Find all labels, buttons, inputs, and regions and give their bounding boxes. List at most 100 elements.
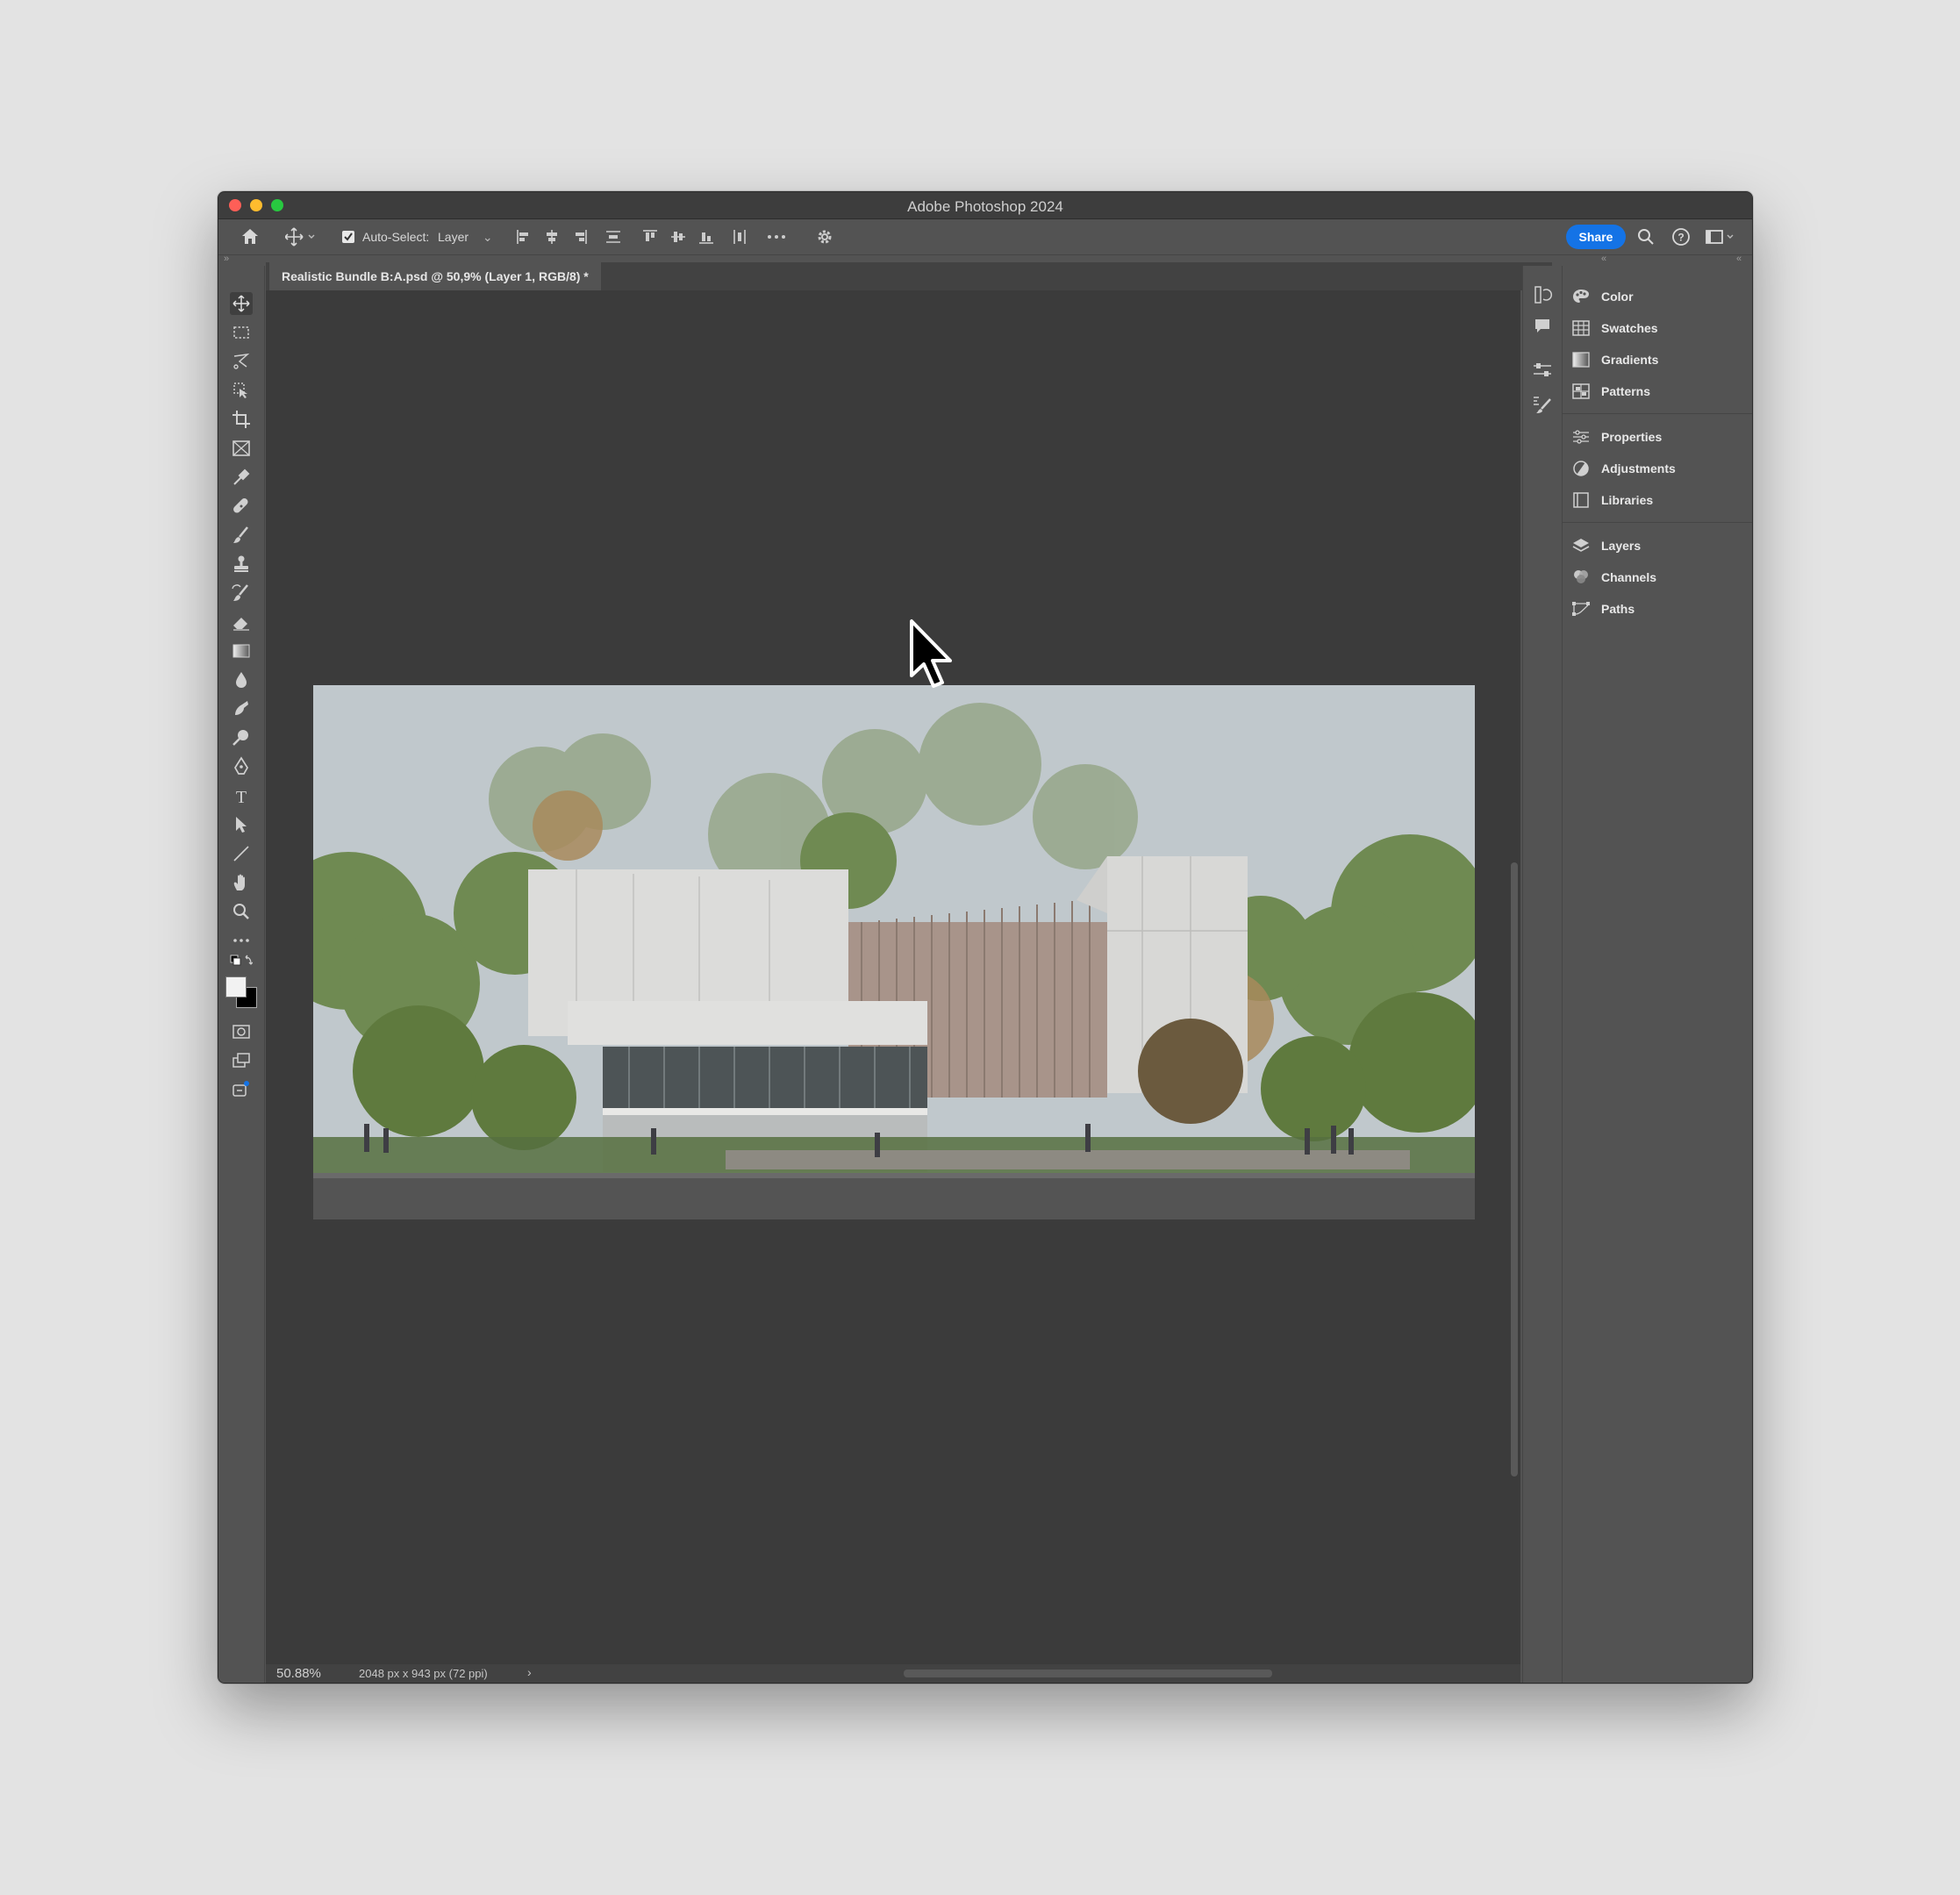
path-selection-tool-icon[interactable] [230, 813, 253, 836]
document-tab-bar: Realistic Bundle B:A.psd @ 50,9% (Layer … [266, 262, 1552, 290]
panel-adjustments[interactable]: Adjustments [1571, 455, 1694, 482]
tools-panel: T [218, 266, 265, 1683]
pen-tool-icon[interactable] [230, 755, 253, 778]
align-right-edges-icon[interactable] [571, 228, 589, 246]
healing-brush-tool-icon[interactable] [230, 495, 253, 518]
align-vertical-centers-icon[interactable] [669, 228, 687, 246]
move-tool-preset-icon[interactable] [285, 226, 317, 247]
panel-label: Swatches [1601, 321, 1658, 335]
brush-tool-icon[interactable] [230, 524, 253, 547]
panel-paths[interactable]: Paths [1571, 596, 1694, 622]
hand-tool-icon[interactable] [230, 871, 253, 894]
default-colors-icon[interactable] [230, 955, 253, 969]
panel-label: Libraries [1601, 493, 1654, 507]
more-options-icon[interactable] [766, 228, 787, 246]
gradient-tool-icon[interactable] [230, 640, 253, 662]
panel-channels[interactable]: Channels [1571, 564, 1694, 590]
panel-gradients[interactable]: Gradients [1571, 347, 1694, 373]
photoshop-window: Adobe Photoshop 2024 Auto-Select: Layer … [218, 191, 1753, 1684]
help-icon[interactable]: ? [1671, 227, 1691, 247]
move-tool-icon[interactable] [230, 292, 253, 315]
panel-label: Patterns [1601, 384, 1651, 398]
panel-icon-strip [1522, 266, 1563, 1683]
align-horizontal-centers-icon[interactable] [543, 228, 561, 246]
eyedropper-tool-icon[interactable] [230, 466, 253, 489]
smudge-tool-icon[interactable] [230, 697, 253, 720]
panel-color[interactable]: Color [1571, 283, 1694, 310]
align-left-edges-icon[interactable] [515, 228, 533, 246]
distribute-horizontal-icon[interactable] [731, 228, 748, 246]
panel-label: Layers [1601, 539, 1642, 553]
distribute-vertical-icon[interactable] [604, 228, 622, 246]
properties-sliders-icon [1573, 430, 1589, 444]
panel-label: Adjustments [1601, 461, 1676, 476]
quick-mask-icon[interactable] [230, 1020, 253, 1043]
svg-text:?: ? [1677, 232, 1684, 244]
panel-label: Paths [1601, 602, 1635, 616]
more-tools-icon[interactable] [230, 929, 253, 952]
history-panel-icon[interactable] [1531, 283, 1554, 306]
panel-separator [1563, 413, 1752, 414]
lasso-tool-icon[interactable] [230, 350, 253, 373]
dodge-tool-icon[interactable] [230, 726, 253, 749]
line-tool-icon[interactable] [230, 842, 253, 865]
document-info: 2048 px x 943 px (72 ppi) [359, 1667, 488, 1680]
screen-mode-icon[interactable] [230, 1049, 253, 1072]
collapse-panels-icon[interactable]: « [1736, 254, 1742, 264]
document-tab[interactable]: Realistic Bundle B:A.psd @ 50,9% (Layer … [269, 262, 601, 290]
comments-panel-icon[interactable] [1531, 315, 1554, 338]
panel-label: Gradients [1601, 353, 1659, 367]
panel-label: Color [1601, 290, 1634, 304]
panel-swatches[interactable]: Swatches [1571, 315, 1694, 341]
home-icon[interactable] [240, 226, 261, 247]
zoom-level[interactable]: 50.88% [276, 1666, 321, 1681]
document-canvas-image[interactable] [313, 685, 1475, 1219]
auto-select-checkbox[interactable] [341, 230, 355, 244]
chevron-right-icon[interactable]: › [527, 1665, 532, 1679]
mouse-cursor-icon [908, 618, 955, 691]
zoom-tool-icon[interactable] [230, 900, 253, 923]
panel-libraries[interactable]: Libraries [1571, 487, 1694, 513]
foreground-color-swatch[interactable] [225, 976, 247, 998]
window-title: Adobe Photoshop 2024 [907, 198, 1063, 215]
panel-layers[interactable]: Layers [1571, 533, 1694, 559]
status-bar: 50.88% 2048 px x 943 px (72 ppi) › [266, 1664, 1520, 1683]
title-bar: Adobe Photoshop 2024 [218, 192, 1752, 219]
marquee-tool-icon[interactable] [230, 321, 253, 344]
edit-toolbar-icon[interactable] [230, 1078, 253, 1101]
gear-icon[interactable] [815, 227, 834, 247]
auto-select-target-dropdown[interactable]: Layer ⌄ [438, 230, 493, 245]
panel-label: Properties [1601, 430, 1663, 444]
patterns-icon [1572, 383, 1590, 399]
panel-label: Channels [1601, 570, 1657, 584]
adjustments-sliders-panel-icon[interactable] [1531, 359, 1554, 382]
panel-patterns[interactable]: Patterns [1571, 378, 1694, 404]
collapse-iconstrip-icon[interactable]: « [1601, 254, 1606, 264]
align-top-edges-icon[interactable] [641, 228, 659, 246]
auto-select-target-value: Layer [438, 230, 469, 244]
expand-toolbar-icon[interactable]: » [224, 254, 229, 264]
horizontal-scroll-thumb[interactable] [904, 1670, 1272, 1677]
clone-stamp-tool-icon[interactable] [230, 553, 253, 576]
align-bottom-edges-icon[interactable] [697, 228, 715, 246]
brush-settings-panel-icon[interactable] [1531, 394, 1554, 417]
options-bar: Auto-Select: Layer ⌄ Share ? [218, 219, 1752, 255]
panel-properties[interactable]: Properties [1571, 424, 1694, 450]
blur-tool-icon[interactable] [230, 669, 253, 691]
color-palette-icon [1573, 290, 1589, 303]
chevron-down-icon: ⌄ [482, 230, 493, 244]
libraries-icon [1573, 492, 1589, 508]
vertical-scroll-thumb[interactable] [1511, 862, 1518, 1477]
eraser-tool-icon[interactable] [230, 611, 253, 633]
workspace-icon[interactable] [1705, 227, 1736, 247]
object-selection-tool-icon[interactable] [230, 379, 253, 402]
svg-text:T: T [236, 788, 247, 807]
color-swatches[interactable] [224, 975, 259, 1010]
crop-tool-icon[interactable] [230, 408, 253, 431]
frame-tool-icon[interactable] [230, 437, 253, 460]
history-brush-tool-icon[interactable] [230, 582, 253, 604]
vertical-scrollbar[interactable] [1508, 290, 1520, 1664]
type-tool-icon[interactable]: T [230, 784, 253, 807]
share-button[interactable]: Share [1566, 225, 1626, 249]
search-icon[interactable] [1636, 227, 1656, 247]
